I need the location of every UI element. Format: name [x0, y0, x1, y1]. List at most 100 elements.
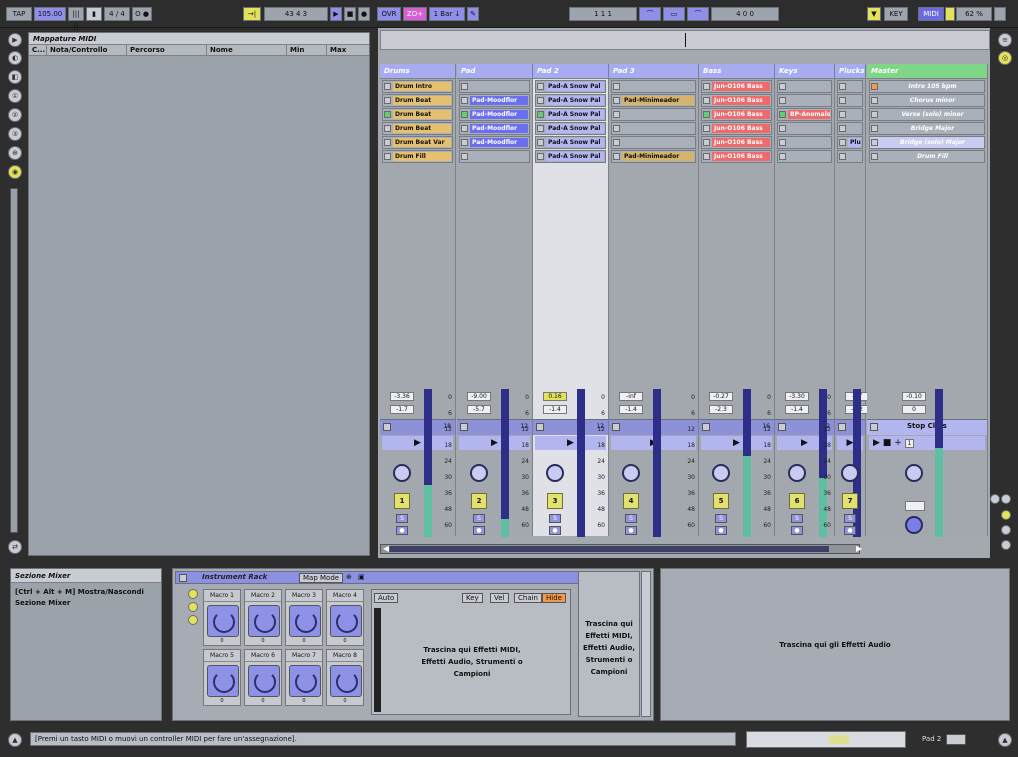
track-activator-button[interactable]: 7 — [842, 493, 858, 509]
clip-slot[interactable]: Pad-Moodflor — [459, 122, 530, 135]
macro-dial-icon[interactable] — [248, 665, 280, 697]
clip[interactable]: Drum Beat Var — [393, 138, 451, 147]
clip-playing-icon[interactable] — [384, 111, 391, 118]
master-add-icon[interactable]: + — [894, 438, 902, 448]
clip-slot[interactable]: Drum Beat — [382, 94, 453, 107]
scene-launch-icon[interactable] — [871, 125, 878, 132]
clip[interactable]: Pad-Minimeador — [622, 152, 694, 161]
track-activator-button[interactable]: 1 — [394, 493, 410, 509]
clip-slot[interactable]: Jun-O106 Bass — [701, 80, 772, 93]
crossfade-toggle-icon[interactable] — [1001, 540, 1011, 550]
clip-slot[interactable]: Jun-O106 Bass — [701, 108, 772, 121]
cue-volume-knob[interactable] — [905, 516, 923, 534]
midi-map-button[interactable]: MIDI — [918, 7, 944, 21]
clip-slot[interactable] — [837, 94, 863, 107]
clip-playing-icon[interactable] — [461, 111, 468, 118]
arm-button[interactable]: ● — [791, 526, 803, 535]
clip[interactable]: Jun-O106 Bass — [712, 124, 770, 133]
clip-launch-icon[interactable] — [779, 125, 786, 132]
clip-launch-icon[interactable] — [537, 153, 544, 160]
clip[interactable]: Pad-A Snow Pal — [546, 124, 604, 133]
clip-slot[interactable] — [837, 150, 863, 163]
master-stop-icon[interactable]: ■ — [883, 438, 892, 448]
track-stop-icon[interactable] — [838, 423, 846, 431]
sends-toggle-icon[interactable] — [1001, 494, 1011, 504]
column-max[interactable]: Max — [327, 45, 369, 55]
scene[interactable]: Bridge Major — [869, 122, 985, 135]
rack-save-icon[interactable]: ▣ — [358, 573, 365, 581]
solo-button[interactable]: S — [549, 514, 561, 523]
clip-slot[interactable] — [459, 80, 530, 93]
clip-slot[interactable] — [611, 108, 696, 121]
browser-toggle-icon[interactable]: ▶ — [8, 33, 22, 47]
clip-launch-icon[interactable] — [384, 97, 391, 104]
clip-slot[interactable]: Pad-Moodflor — [459, 94, 530, 107]
clip-slot[interactable] — [611, 122, 696, 135]
macro-dial-icon[interactable] — [330, 605, 362, 637]
chain-list-scrollbar[interactable] — [374, 608, 381, 712]
column-note-control[interactable]: Nota/Controllo — [47, 45, 127, 55]
clip[interactable]: Jun-O106 Bass — [712, 138, 770, 147]
clip-launch-icon[interactable] — [537, 97, 544, 104]
clip-slot[interactable]: Pad-Minimeador — [611, 94, 696, 107]
macro-knob-5[interactable]: Macro 5 0 — [203, 649, 241, 706]
track-pan-knob[interactable] — [546, 464, 564, 482]
lesson-view-icon[interactable]: ◉ — [8, 165, 22, 179]
solo-button[interactable]: S — [396, 514, 408, 523]
track-activator-button[interactable]: 2 — [471, 493, 487, 509]
clip-launch-icon[interactable] — [839, 153, 846, 160]
master-pan-field[interactable]: 0 — [902, 405, 926, 414]
scene[interactable]: Intro 105 bpm — [869, 80, 985, 93]
clip-slot[interactable]: Pad-A Snow Pal — [535, 80, 606, 93]
overdub-button[interactable]: OVR — [377, 7, 401, 21]
scene-launch-icon[interactable] — [871, 83, 878, 90]
clip-playing-icon[interactable] — [779, 111, 786, 118]
clip-launch-icon[interactable] — [461, 97, 468, 104]
clip-launch-icon[interactable] — [613, 125, 620, 132]
scene-launch-icon[interactable] — [871, 97, 878, 104]
loop-start-field[interactable]: 1 1 1 — [569, 7, 637, 21]
scroll-right-icon[interactable]: ▶ — [856, 544, 862, 553]
clip[interactable]: Jun-O106 Bass — [712, 96, 770, 105]
clip-launch-icon[interactable] — [703, 125, 710, 132]
track-title[interactable]: Pad 2 — [533, 64, 608, 79]
song-position-field[interactable]: 43 4 3 — [264, 7, 328, 21]
tempo-field[interactable]: 105.00 — [34, 7, 66, 21]
clip-slot[interactable] — [777, 80, 832, 93]
auto-select-button[interactable]: Auto — [374, 593, 399, 603]
track-volume-field[interactable]: -3.30 — [785, 392, 809, 401]
scene-launch-icon[interactable] — [871, 139, 878, 146]
clip-slot[interactable]: Drum Beat Var — [382, 136, 453, 149]
macro-dial-icon[interactable] — [207, 605, 239, 637]
clip[interactable]: Drum Beat — [393, 96, 451, 105]
track-stop-icon[interactable] — [702, 423, 710, 431]
key-map-button[interactable]: KEY — [884, 7, 908, 21]
clip-slot[interactable]: Pad-Moodflor — [459, 108, 530, 121]
clip-launch-icon[interactable] — [613, 97, 620, 104]
clip-slot[interactable]: Drum Beat — [382, 108, 453, 121]
punch-in-icon[interactable]: ▭ — [663, 7, 685, 21]
rack-macro-toggle-icon[interactable] — [188, 589, 198, 599]
track-stop-icon[interactable] — [460, 423, 468, 431]
chain-device-drop-zone[interactable]: Trascina qui Effetti MIDI, Effetti Audio… — [578, 571, 640, 717]
track-title[interactable]: Bass — [699, 64, 774, 79]
track-stop-icon[interactable] — [536, 423, 544, 431]
clip[interactable]: Pad-Moodflor — [470, 138, 528, 147]
clip-playing-icon[interactable] — [703, 111, 710, 118]
clip-slot[interactable]: Pad-A Snow Pal — [535, 122, 606, 135]
macro-dial-icon[interactable] — [207, 665, 239, 697]
clip-slot[interactable]: Jun-O106 Bass — [701, 150, 772, 163]
rack-chain-toggle-icon[interactable] — [188, 602, 198, 612]
clip-launch-icon[interactable] — [461, 139, 468, 146]
solo-button[interactable]: S — [473, 514, 485, 523]
track-title[interactable]: Pad 3 — [609, 64, 698, 79]
track-pan-knob[interactable] — [712, 464, 730, 482]
mixer-toggle-icon[interactable] — [1001, 525, 1011, 535]
clip-launch-icon[interactable] — [384, 153, 391, 160]
arrangement-overview[interactable] — [380, 30, 990, 50]
hot-swap-icon[interactable]: ⊕ — [8, 146, 22, 160]
column-min[interactable]: Min — [287, 45, 327, 55]
clip-slot[interactable] — [459, 150, 530, 163]
macro-dial-icon[interactable] — [330, 665, 362, 697]
track-volume-field[interactable]: -9.00 — [467, 392, 491, 401]
